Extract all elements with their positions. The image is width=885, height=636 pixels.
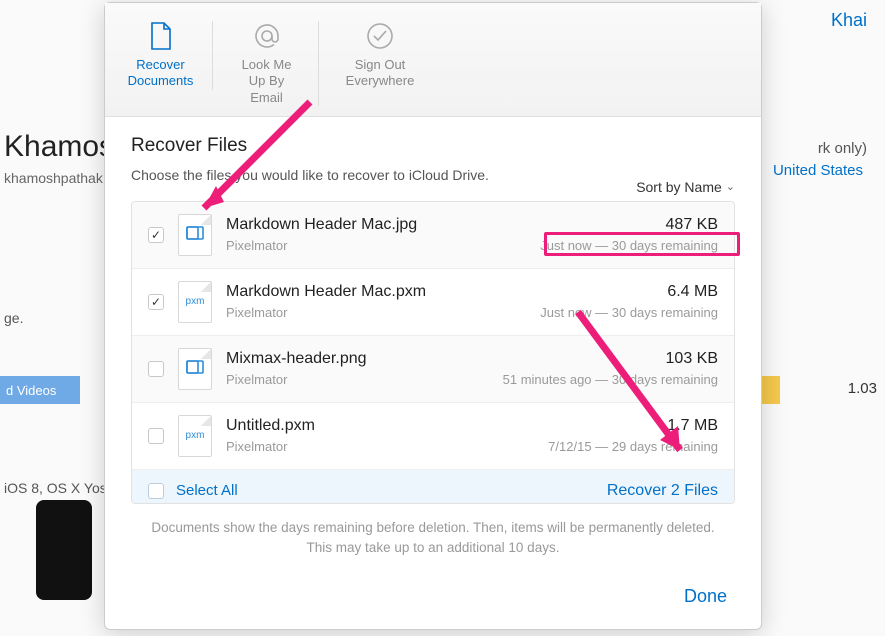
bg-phone-image <box>36 500 92 600</box>
file-app: Pixelmator <box>226 439 534 454</box>
pxm-file-icon: pxm <box>186 296 205 307</box>
file-time-remaining: 51 minutes ago — 30 days remaining <box>503 372 718 387</box>
at-sign-icon <box>250 21 284 51</box>
file-thumbnail: pxm <box>178 415 212 457</box>
tab-recover-documents[interactable]: Recover Documents <box>123 21 213 90</box>
image-file-icon <box>186 226 204 243</box>
pxm-file-icon: pxm <box>186 430 205 441</box>
file-name: Mixmax-header.png <box>226 350 489 368</box>
tab-look-me-up[interactable]: Look Me Up By Email <box>229 21 319 106</box>
recover-files-title: Recover Files <box>131 135 735 157</box>
recover-subtitle: Choose the files you would like to recov… <box>131 167 489 183</box>
footnote-line1: Documents show the days remaining before… <box>131 518 735 538</box>
file-size: 6.4 MB <box>540 283 718 301</box>
file-size: 1.7 MB <box>548 417 718 435</box>
recover-files-modal: Recover Documents Look Me Up By Email Si… <box>104 2 762 630</box>
file-row[interactable]: Markdown Header Mac.jpg Pixelmator 487 K… <box>132 202 734 269</box>
chevron-down-icon: ⌄ <box>726 180 735 193</box>
select-all-label: Select All <box>176 482 238 499</box>
file-size: 487 KB <box>540 216 718 234</box>
file-app: Pixelmator <box>226 305 526 320</box>
recover-files-button[interactable]: Recover 2 Files <box>607 482 718 500</box>
image-file-icon <box>186 360 204 377</box>
action-row: Select All Recover 2 Files <box>132 470 734 504</box>
file-list: Markdown Header Mac.jpg Pixelmator 487 K… <box>131 201 735 504</box>
file-thumbnail <box>178 348 212 390</box>
file-app: Pixelmator <box>226 238 526 253</box>
done-button[interactable]: Done <box>676 582 735 611</box>
file-checkbox[interactable] <box>148 428 164 444</box>
file-time-remaining: Just now — 30 days remaining <box>540 238 718 253</box>
file-checkbox[interactable] <box>148 294 164 310</box>
bg-country-link[interactable]: United States <box>773 162 863 179</box>
footnote: Documents show the days remaining before… <box>131 518 735 559</box>
document-icon <box>144 21 178 51</box>
bg-number: 1.03 <box>848 380 877 397</box>
tab-bar: Recover Documents Look Me Up By Email Si… <box>105 3 761 117</box>
footnote-line2: This may take up to an additional 10 day… <box>131 538 735 558</box>
tab-sign-out[interactable]: Sign Out Everywhere <box>335 21 425 90</box>
file-row[interactable]: pxm Markdown Header Mac.pxm Pixelmator 6… <box>132 269 734 336</box>
bg-rkonly-label: rk only) <box>818 140 867 157</box>
file-app: Pixelmator <box>226 372 489 387</box>
bg-topright-link[interactable]: Khai <box>831 10 867 31</box>
checkmark-circle-icon <box>363 21 397 51</box>
bg-account-name: Khamos <box>4 130 114 164</box>
header-row: Choose the files you would like to recov… <box>131 167 735 195</box>
bg-ios-text: iOS 8, OS X Yos <box>4 480 107 496</box>
file-name: Markdown Header Mac.jpg <box>226 216 526 234</box>
file-time-remaining: 7/12/15 — 29 days remaining <box>548 439 718 454</box>
bg-yellow-bar <box>762 376 780 404</box>
bg-account-email: khamoshpathak <box>4 170 103 186</box>
modal-content: Recover Files Choose the files you would… <box>105 117 761 568</box>
select-all-control[interactable]: Select All <box>148 482 238 499</box>
file-row[interactable]: Mixmax-header.png Pixelmator 103 KB 51 m… <box>132 336 734 403</box>
select-all-checkbox[interactable] <box>148 483 164 499</box>
file-time-remaining: Just now — 30 days remaining <box>540 305 718 320</box>
file-checkbox[interactable] <box>148 361 164 377</box>
file-size: 103 KB <box>503 350 718 368</box>
file-name: Untitled.pxm <box>226 417 534 435</box>
bg-videos-bar: d Videos <box>0 376 80 404</box>
file-checkbox[interactable] <box>148 227 164 243</box>
tab-recover-label: Recover Documents <box>127 57 194 90</box>
tab-lookup-label: Look Me Up By Email <box>233 57 300 106</box>
file-row[interactable]: pxm Untitled.pxm Pixelmator 1.7 MB 7/12/… <box>132 403 734 470</box>
file-thumbnail: pxm <box>178 281 212 323</box>
modal-footer: Done <box>105 568 761 629</box>
file-thumbnail <box>178 214 212 256</box>
bg-ge-text: ge. <box>4 310 23 326</box>
file-name: Markdown Header Mac.pxm <box>226 283 526 301</box>
sort-dropdown[interactable]: Sort by Name ⌄ <box>636 179 735 195</box>
tab-signout-label: Sign Out Everywhere <box>339 57 421 90</box>
sort-label: Sort by Name <box>636 179 722 195</box>
